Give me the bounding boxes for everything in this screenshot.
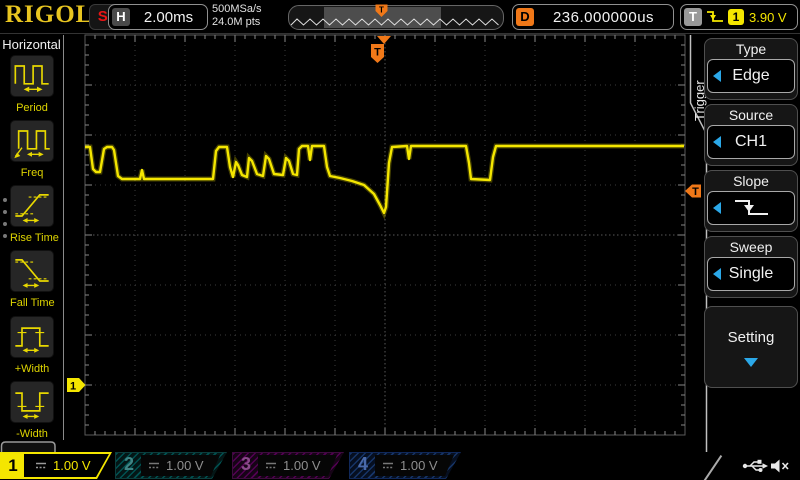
- delay-readout-box[interactable]: D 236.000000us: [512, 4, 674, 30]
- status-divider: [704, 455, 722, 480]
- strip-trigger-marker[interactable]: T: [375, 4, 388, 18]
- page-dot: [3, 222, 7, 226]
- channel-1-scale: 1.00 V: [53, 458, 91, 473]
- measure-item-plus-width[interactable]: +Width: [10, 316, 54, 375]
- chevron-left-icon: [713, 70, 721, 82]
- chevron-left-icon: [713, 268, 721, 280]
- brand-logo: RIGOL: [5, 1, 93, 29]
- sample-rate: 500MSa/s: [212, 3, 262, 16]
- dc-coupling-icon: [382, 461, 394, 470]
- delay-value: 236.000000us: [534, 9, 673, 26]
- graticule: [85, 35, 685, 435]
- channel-2-button[interactable]: 2 1.00 V: [115, 452, 227, 479]
- trigger-sweep-button[interactable]: Single: [707, 257, 795, 291]
- channel-4-number: 4: [358, 454, 368, 475]
- t-badge: T: [684, 8, 702, 26]
- rise-time-icon: [10, 185, 54, 227]
- fall-time-icon: [10, 250, 54, 292]
- minus-width-icon: [10, 381, 54, 423]
- h-badge: H: [112, 8, 130, 26]
- oscilloscope-screen: T T 1 RIGOL STOP H 2.00ms 500MSa/s 24.0M…: [0, 0, 800, 480]
- waveform-display: T T 1: [0, 0, 800, 480]
- measure-item-fall-time[interactable]: Fall Time: [10, 250, 54, 309]
- freq-icon: [10, 120, 54, 162]
- d-badge: D: [516, 8, 534, 26]
- measure-item-minus-width[interactable]: -Width: [10, 381, 54, 440]
- channel-4-scale: 1.00 V: [400, 458, 438, 473]
- measure-item-period[interactable]: Period: [10, 55, 54, 114]
- speaker-muted-icon: [770, 458, 790, 474]
- chevron-left-icon: [713, 136, 721, 148]
- horizontal-measure-menu: Horizontal Period Freq: [0, 33, 63, 452]
- trigger-source-button[interactable]: CH1: [707, 125, 795, 159]
- channel-1-button[interactable]: 1 1.00 V: [0, 452, 112, 479]
- channel-2-number: 2: [124, 454, 134, 475]
- channel-3-button[interactable]: 3 1.00 V: [232, 452, 344, 479]
- dc-coupling-icon: [35, 461, 47, 470]
- page-dot: [3, 210, 7, 214]
- svg-text:T: T: [374, 47, 381, 59]
- ch1-ground-marker[interactable]: 1: [67, 378, 86, 393]
- memory-depth: 24.0M pts: [212, 16, 262, 29]
- trigger-source-group: Source CH1: [704, 104, 798, 166]
- channel-2-scale: 1.00 V: [166, 458, 204, 473]
- top-status-bar: RIGOL STOP H 2.00ms 500MSa/s 24.0M pts T…: [0, 0, 800, 34]
- plus-width-icon: [10, 316, 54, 358]
- trigger-readout-box[interactable]: T 1 3.90 V: [680, 4, 798, 30]
- channel-1-number: 1: [2, 454, 24, 477]
- trigger-type-group: Type Edge: [704, 38, 798, 100]
- channel-4-button[interactable]: 4 1.00 V: [349, 452, 461, 479]
- channel-3-number: 3: [241, 454, 251, 475]
- chevron-left-icon: [713, 202, 721, 214]
- measure-item-freq[interactable]: Freq: [10, 120, 54, 179]
- trigger-level-value: 3.90 V: [749, 10, 787, 25]
- channel-3-scale: 1.00 V: [283, 458, 321, 473]
- left-menu-title: Horizontal: [0, 37, 63, 52]
- acquisition-rates: 500MSa/s 24.0M pts: [212, 3, 262, 29]
- page-dot: [3, 198, 7, 202]
- timebase-value: 2.00ms: [130, 9, 207, 26]
- memory-waveform-preview: [289, 6, 503, 29]
- chevron-down-icon: [744, 358, 758, 367]
- dc-coupling-icon: [265, 461, 277, 470]
- period-icon: [10, 55, 54, 97]
- horizontal-position-strip[interactable]: T: [288, 5, 504, 30]
- trigger-slope-button[interactable]: [707, 191, 795, 225]
- trigger-source-badge: 1: [728, 9, 744, 25]
- usb-icon: [742, 458, 768, 474]
- page-dot: [3, 234, 7, 238]
- trigger-setting-button[interactable]: Setting: [704, 306, 798, 388]
- falling-edge-icon: [730, 197, 772, 219]
- channel-status-bar: 1 1.00 V 2 1.00 V 3: [0, 452, 800, 480]
- trigger-type-button[interactable]: Edge: [707, 59, 795, 93]
- trigger-slope-group: Slope: [704, 170, 798, 232]
- svg-text:T: T: [379, 6, 384, 15]
- falling-edge-icon: [705, 9, 725, 25]
- measure-item-rise-time[interactable]: Rise Time: [10, 185, 54, 244]
- trigger-sweep-group: Sweep Single: [704, 236, 798, 298]
- dc-coupling-icon: [148, 461, 160, 470]
- horizontal-timebase-box[interactable]: H 2.00ms: [108, 4, 208, 30]
- svg-text:1: 1: [70, 381, 76, 393]
- trigger-menu: Trigger Type Edge Source CH1 Slope: [686, 33, 800, 452]
- trigger-position-marker[interactable]: T: [371, 36, 391, 63]
